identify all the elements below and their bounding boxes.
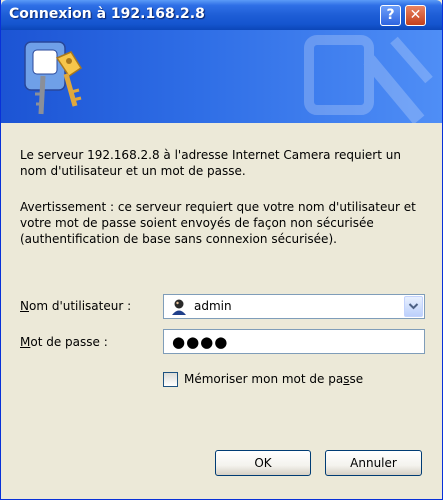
username-combobox[interactable]: admin (163, 294, 425, 319)
password-label-text: ot de passe : (30, 335, 108, 349)
dialog-content: Le serveur 192.168.2.8 à l'adresse Inter… (1, 123, 442, 499)
keys-watermark-icon (304, 35, 433, 123)
password-value: ●●●● (172, 333, 229, 351)
window-title: Connexion à 192.168.2.8 (9, 6, 205, 22)
dialog-banner (1, 30, 442, 123)
remember-password-checkbox[interactable] (163, 372, 178, 387)
remember-label-post: se (349, 372, 364, 386)
ok-button[interactable]: OK (215, 450, 311, 476)
password-input[interactable]: ●●●● (163, 329, 425, 354)
username-label-text: om d'utilisateur : (28, 299, 132, 313)
dropdown-button[interactable] (404, 296, 423, 317)
username-label: Nom d'utilisateur : (20, 299, 131, 313)
username-label-key: N (20, 299, 29, 313)
user-icon (172, 299, 186, 315)
password-label: Mot de passe : (20, 335, 108, 349)
password-label-key: M (20, 335, 31, 349)
username-value: admin (194, 299, 232, 313)
remember-password-label[interactable]: Mémoriser mon mot de passe (184, 372, 363, 386)
login-dialog: Connexion à 192.168.2.8 ? ✕ Le serveur 1… (0, 0, 443, 500)
chevron-down-icon (408, 303, 419, 310)
cancel-button[interactable]: Annuler (325, 450, 422, 476)
server-message: Le serveur 192.168.2.8 à l'adresse Inter… (20, 148, 401, 178)
remember-label-pre: Mémoriser mon mot de pa (184, 372, 344, 386)
title-bar[interactable]: Connexion à 192.168.2.8 ? ✕ (1, 0, 442, 30)
warning-message: Avertissement : ce serveur requiert que … (20, 200, 416, 246)
help-button[interactable]: ? (380, 5, 401, 26)
close-button[interactable]: ✕ (405, 5, 426, 26)
keys-icon (24, 41, 83, 115)
